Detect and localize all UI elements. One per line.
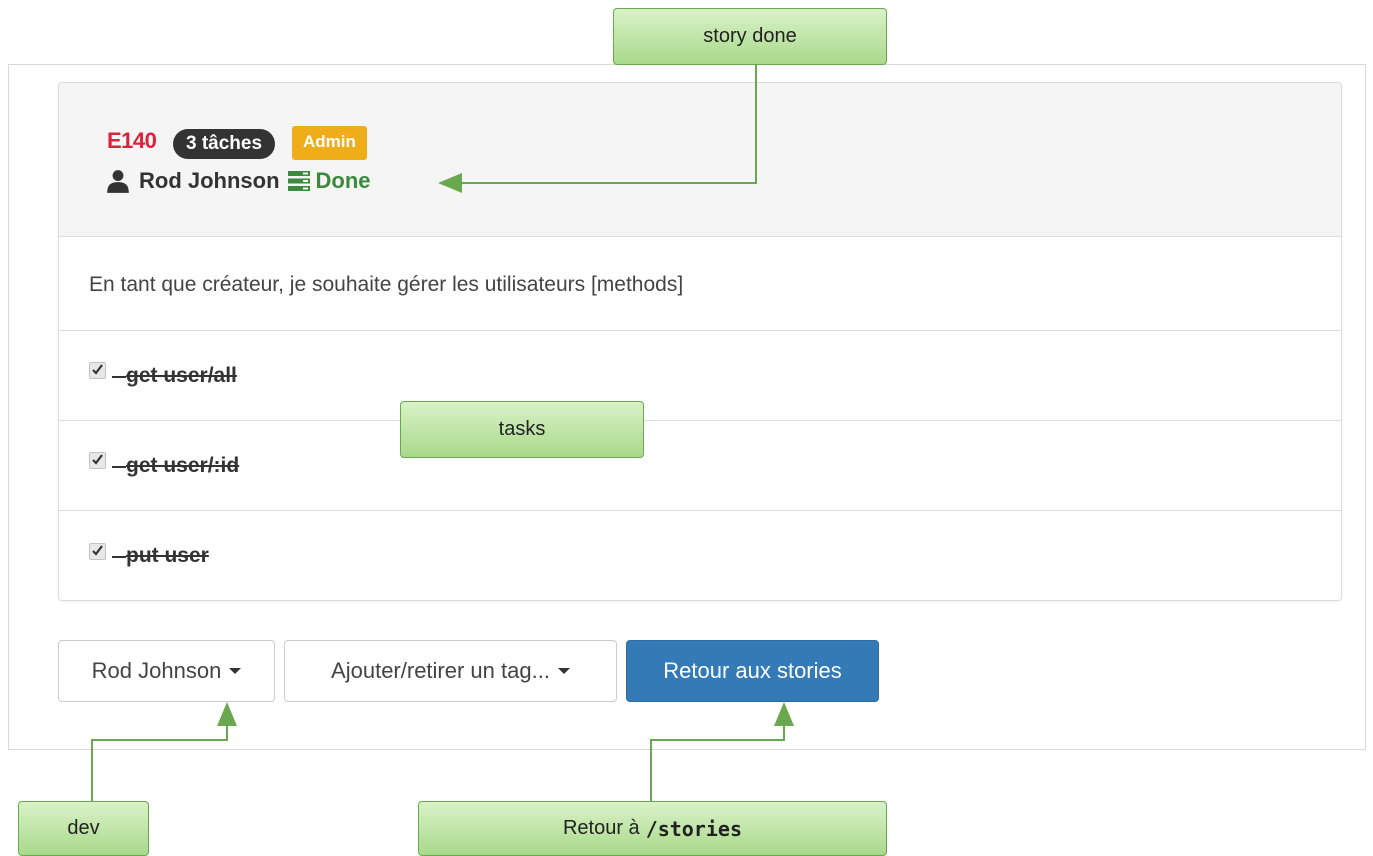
callout-retour-stories: Retour à /stories — [418, 801, 887, 856]
caret-down-icon — [557, 668, 570, 674]
task-label: get user/all — [112, 364, 237, 388]
story-panel: E140 3 tâches Admin Rod Johnson Done En … — [58, 82, 1342, 601]
task-label: put user — [112, 544, 209, 568]
story-owner-name: Rod Johnson — [139, 168, 280, 193]
checkmark-icon — [92, 364, 103, 375]
task-checkbox[interactable] — [89, 452, 106, 469]
callout-dev-label: dev — [67, 817, 100, 839]
tasks-list-icon — [287, 171, 310, 191]
tag-select-button[interactable]: Ajouter/retirer un tag... — [284, 640, 617, 702]
story-header: E140 3 tâches Admin Rod Johnson Done — [59, 83, 1341, 237]
callout-tasks-label: tasks — [498, 418, 546, 440]
callout-retour-path: /stories — [645, 816, 743, 841]
story-description: En tant que créateur, je souhaite gérer … — [59, 237, 1341, 331]
callout-dev: dev — [18, 801, 149, 856]
tasks-count-badge: 3 tâches — [173, 129, 276, 159]
user-icon — [107, 170, 129, 193]
dev-select-label: Rod Johnson — [91, 658, 222, 683]
back-to-stories-button[interactable]: Retour aux stories — [626, 640, 879, 702]
story-id: E140 — [107, 128, 157, 153]
back-to-stories-label: Retour aux stories — [663, 658, 842, 683]
task-label: get user/:id — [112, 454, 239, 478]
callout-tasks: tasks — [400, 401, 644, 458]
story-owner-status: Rod Johnson Done — [105, 166, 371, 196]
task-row: get user/all — [59, 331, 1341, 421]
story-status: Done — [315, 168, 371, 193]
task-row: put user — [59, 511, 1341, 600]
tag-badge-admin[interactable]: Admin — [292, 126, 367, 160]
callout-story-done-label: story done — [703, 25, 797, 47]
checkmark-icon — [92, 454, 103, 465]
tag-select-label: Ajouter/retirer un tag... — [331, 658, 550, 683]
task-row: get user/:id — [59, 421, 1341, 511]
checkmark-icon — [92, 544, 103, 556]
caret-down-icon — [229, 668, 242, 674]
callout-story-done: story done — [613, 8, 887, 65]
task-checkbox[interactable] — [89, 542, 106, 560]
callout-retour-prefix: Retour à — [562, 817, 640, 839]
task-checkbox[interactable] — [89, 362, 106, 379]
dev-select-button[interactable]: Rod Johnson — [58, 640, 275, 702]
